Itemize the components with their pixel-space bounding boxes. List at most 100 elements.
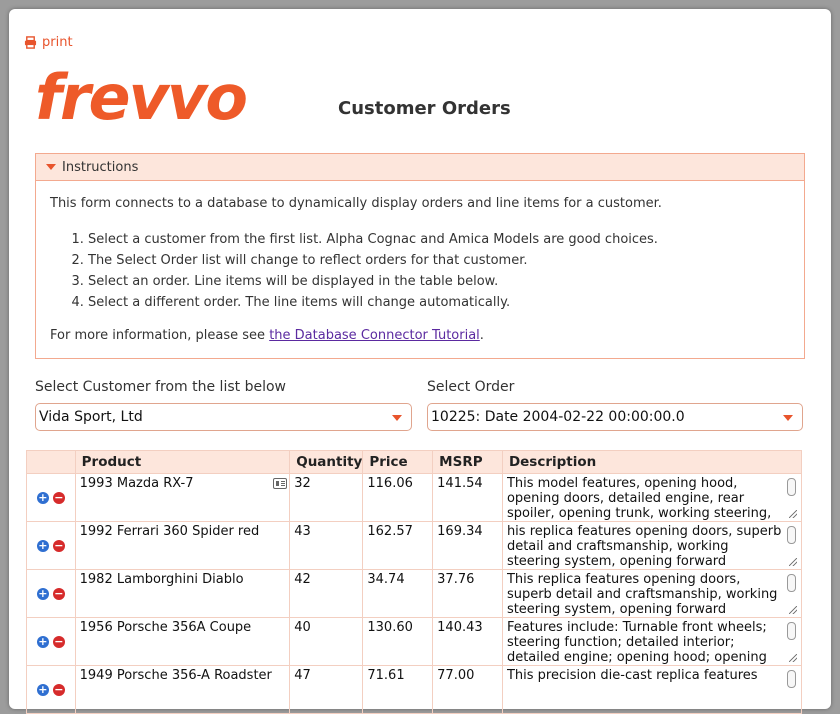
scrollbar[interactable] [787,670,796,688]
price-cell[interactable]: 71.61 [362,665,434,714]
description-textarea[interactable]: This model features, opening hood, openi… [501,473,803,522]
add-row-icon[interactable]: + [36,492,49,504]
chevron-down-icon [392,415,402,421]
description-value: This precision die-cast replica features [506,668,758,683]
table-header-row: Product Quantity Price MSRP Description [26,450,803,474]
price-cell[interactable]: 34.74 [362,569,434,618]
collapse-caret-icon [46,164,56,170]
instructions-header-label: Instructions [62,159,139,175]
quantity-cell[interactable]: 32 [289,473,364,522]
column-header-msrp: MSRP [432,450,503,474]
remove-row-icon[interactable]: − [52,684,65,696]
add-row-icon[interactable]: + [36,636,49,648]
resize-grip-icon[interactable] [789,654,797,662]
customer-select[interactable]: Vida Sport, Ltd [35,403,412,431]
form-title: Customer Orders [338,98,511,119]
quantity-cell[interactable]: 43 [289,521,364,570]
order-select-value: 10225: Date 2004-02-22 00:00:00.0 [431,409,685,425]
description-value: This model features, opening hood, openi… [506,476,772,520]
remove-row-icon[interactable]: − [52,636,65,648]
description-textarea[interactable]: This precision die-cast replica features [501,665,803,714]
instruction-step: Select a customer from the first list. A… [88,229,790,250]
instruction-step: Select an order. Line items will be disp… [88,271,790,292]
product-cell[interactable]: 1956 Porsche 356A Coupe [74,617,291,666]
msrp-cell[interactable]: 169.34 [432,521,503,570]
add-row-icon[interactable]: + [36,540,49,552]
description-textarea[interactable]: Features include: Turnable front wheels;… [501,617,803,666]
description-textarea[interactable]: This replica features opening doors, sup… [501,569,803,618]
instructions-body: This form connects to a database to dyna… [36,181,804,345]
scrollbar[interactable] [787,478,796,496]
table-row: + − 1993 Mazda RX-7 32 116.06 141.54 This… [26,473,803,522]
quantity-cell[interactable]: 40 [289,617,364,666]
remove-row-icon[interactable]: − [52,588,65,600]
resize-grip-icon[interactable] [789,510,797,518]
chevron-down-icon [783,415,793,421]
printer-icon [24,36,37,49]
description-value: This replica features opening doors, sup… [506,572,778,616]
instructions-steps: Select a customer from the first list. A… [50,229,790,313]
order-select[interactable]: 10225: Date 2004-02-22 00:00:00.0 [427,403,803,431]
instruction-step: Select a different order. The line items… [88,292,790,313]
instructions-header[interactable]: Instructions [36,154,804,181]
column-header-description: Description [501,450,803,474]
product-cell[interactable]: 1992 Ferrari 360 Spider red [74,521,291,570]
add-row-icon[interactable]: + [36,684,49,696]
more-prefix: For more information, please see [50,328,270,343]
price-cell[interactable]: 162.57 [362,521,434,570]
description-textarea[interactable]: his replica features opening doors, supe… [501,521,803,570]
price-cell[interactable]: 130.60 [362,617,434,666]
msrp-cell[interactable]: 140.43 [432,617,503,666]
instructions-intro: This form connects to a database to dyna… [50,196,662,211]
description-value: his replica features opening doors, supe… [506,524,782,568]
product-cell[interactable]: 1949 Porsche 356-A Roadster [74,665,291,714]
control-column-header [26,450,76,474]
product-value: 1956 Porsche 356A Coupe [79,620,252,635]
quantity-cell[interactable]: 42 [289,569,364,618]
quantity-cell[interactable]: 47 [289,665,364,714]
instructions-more: For more information, please see the Dat… [50,327,790,345]
row-controls: + − [26,617,76,666]
scrollbar[interactable] [787,622,796,640]
customer-select-value: Vida Sport, Ltd [39,409,143,425]
product-value: 1992 Ferrari 360 Spider red [79,524,260,539]
order-label: Select Order [427,379,515,395]
scrollbar[interactable] [787,526,796,544]
product-value: 1982 Lamborghini Diablo [79,572,244,587]
table-row: + − 1992 Ferrari 360 Spider red 43 162.57… [26,521,803,570]
table-row: + − 1949 Porsche 356-A Roadster 47 71.61 … [26,665,803,714]
row-controls: + − [26,569,76,618]
table-row: + − 1956 Porsche 356A Coupe 40 130.60 140… [26,617,803,666]
remove-row-icon[interactable]: − [52,492,65,504]
resize-grip-icon[interactable] [789,606,797,614]
resize-grip-icon[interactable] [789,558,797,566]
column-header-price: Price [362,450,434,474]
add-row-icon[interactable]: + [36,588,49,600]
msrp-cell[interactable]: 37.76 [432,569,503,618]
column-header-product: Product [74,450,291,474]
line-items-table: Product Quantity Price MSRP Description … [26,450,803,714]
instruction-step: The Select Order list will change to ref… [88,250,790,271]
table-row: + − 1982 Lamborghini Diablo 42 34.74 37.7… [26,569,803,618]
row-controls: + − [26,473,76,522]
frevvo-logo: frevvo [35,61,248,134]
row-controls: + − [26,665,76,714]
print-label: print [42,35,73,50]
details-card-icon[interactable] [273,478,288,489]
column-header-quantity: Quantity [289,450,364,474]
scrollbar[interactable] [787,574,796,592]
product-cell[interactable]: 1982 Lamborghini Diablo [74,569,291,618]
msrp-cell[interactable]: 77.00 [432,665,503,714]
product-value: 1993 Mazda RX-7 [79,476,194,491]
product-cell[interactable]: 1993 Mazda RX-7 [74,473,291,522]
row-controls: + − [26,521,76,570]
msrp-cell[interactable]: 141.54 [432,473,503,522]
tutorial-link[interactable]: the Database Connector Tutorial [269,328,480,343]
product-value: 1949 Porsche 356-A Roadster [79,668,272,683]
price-cell[interactable]: 116.06 [362,473,434,522]
instructions-panel: Instructions This form connects to a dat… [35,153,805,359]
customer-label: Select Customer from the list below [35,379,286,395]
description-value: Features include: Turnable front wheels;… [506,620,767,664]
print-link[interactable]: print [24,35,73,50]
remove-row-icon[interactable]: − [52,540,65,552]
